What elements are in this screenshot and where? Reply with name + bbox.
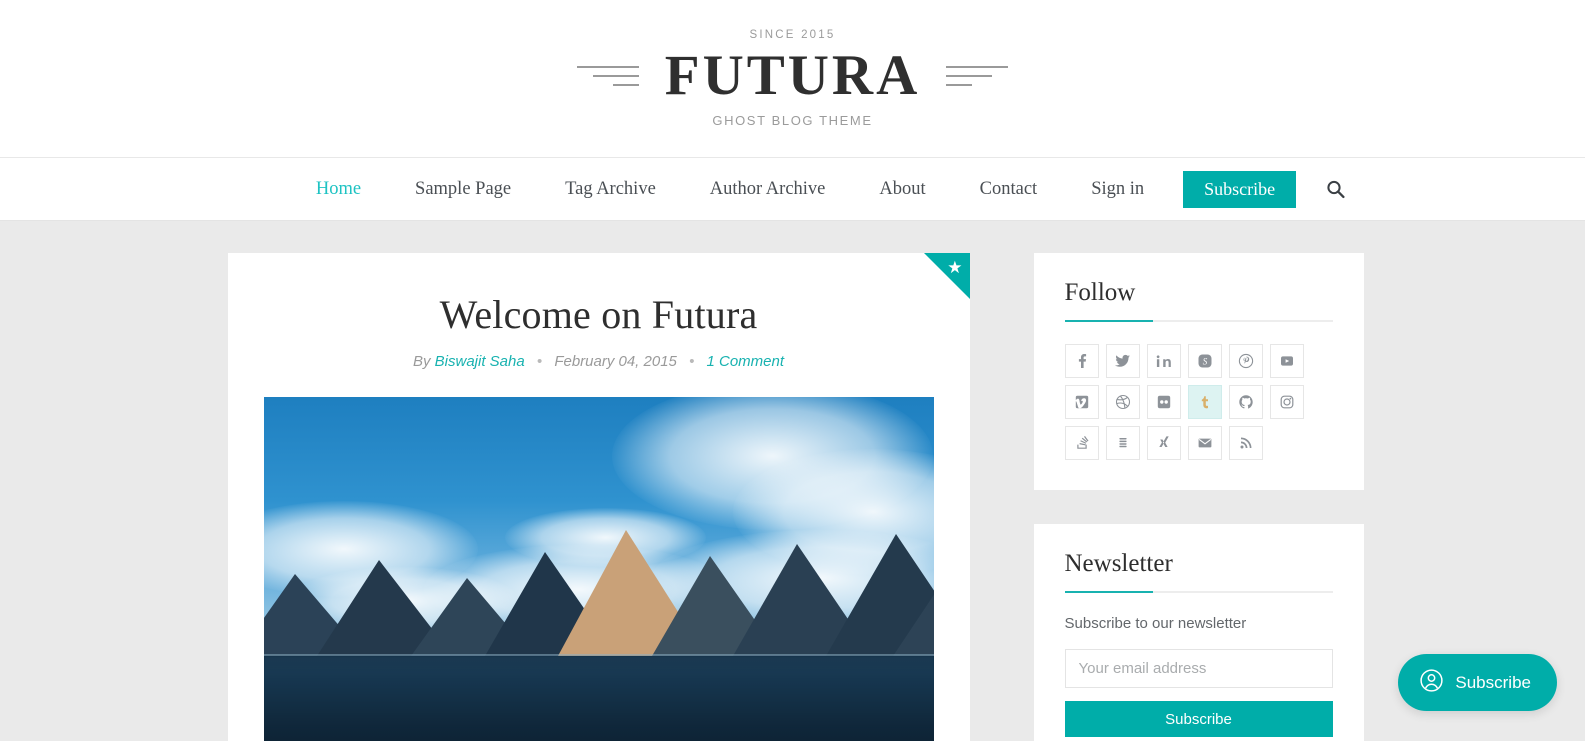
decorative-lines-right-icon — [946, 65, 1009, 86]
floating-subscribe-button[interactable]: Subscribe — [1398, 654, 1557, 711]
since-label: SINCE 2015 — [749, 28, 836, 41]
instagram-icon[interactable] — [1269, 385, 1304, 419]
floating-subscribe-label: Subscribe — [1455, 672, 1531, 692]
reddit-icon[interactable] — [1105, 426, 1140, 460]
newsletter-widget: Newsletter Subscribe to our newsletter S… — [1033, 524, 1364, 741]
email-icon[interactable] — [1187, 426, 1222, 460]
linkedin-icon[interactable] — [1146, 344, 1181, 378]
nav-subscribe-button[interactable]: Subscribe — [1183, 170, 1297, 208]
main-navigation: Home Sample Page Tag Archive Author Arch… — [0, 158, 1585, 221]
nav-item-sample-page[interactable]: Sample Page — [388, 179, 538, 200]
post-by-label: By — [412, 353, 431, 370]
youtube-icon[interactable] — [1269, 344, 1304, 378]
main-content: ★ Welcome on Futura By Biswajit Saha • F… — [227, 253, 970, 741]
search-icon[interactable] — [1326, 180, 1345, 199]
dribbble-icon[interactable] — [1105, 385, 1140, 419]
decorative-lines-left-icon — [576, 65, 639, 86]
post-card: ★ Welcome on Futura By Biswajit Saha • F… — [227, 253, 970, 741]
post-title[interactable]: Welcome on Futura — [264, 291, 934, 338]
logo-row: FUTURA — [576, 45, 1009, 106]
vimeo-icon[interactable] — [1064, 385, 1099, 419]
content-wrapper: ★ Welcome on Futura By Biswajit Saha • F… — [227, 221, 1364, 741]
newsletter-email-input[interactable] — [1064, 649, 1333, 688]
newsletter-subscribe-button[interactable]: Subscribe — [1064, 701, 1333, 737]
social-icon-grid: S — [1064, 344, 1333, 460]
follow-widget-title: Follow — [1064, 279, 1333, 322]
user-circle-icon — [1419, 668, 1444, 698]
nav-item-author-archive[interactable]: Author Archive — [683, 179, 853, 200]
github-icon[interactable] — [1228, 385, 1263, 419]
sidebar: Follow S Newsletter Subscribe to our new… — [1033, 253, 1364, 741]
site-title[interactable]: FUTURA — [665, 45, 921, 106]
star-icon: ★ — [947, 258, 963, 277]
facebook-icon[interactable] — [1064, 344, 1099, 378]
tumblr-icon[interactable] — [1187, 385, 1222, 419]
page-body: ★ Welcome on Futura By Biswajit Saha • F… — [0, 221, 1585, 741]
site-masthead: SINCE 2015 FUTURA GHOST BLOG THEME — [0, 0, 1585, 158]
nav-item-tag-archive[interactable]: Tag Archive — [538, 179, 683, 200]
meta-separator-1: • — [536, 353, 543, 370]
nav-item-sign-in[interactable]: Sign in — [1064, 179, 1171, 200]
pinterest-icon[interactable] — [1228, 344, 1263, 378]
nav-item-about[interactable]: About — [852, 179, 952, 200]
svg-text:S: S — [1202, 357, 1207, 367]
post-date: February 04, 2015 — [554, 353, 677, 370]
post-comments-link[interactable]: 1 Comment — [707, 353, 785, 370]
newsletter-widget-title: Newsletter — [1064, 550, 1333, 593]
nav-item-home[interactable]: Home — [289, 179, 388, 200]
nav-item-contact[interactable]: Contact — [953, 179, 1065, 200]
post-author-link[interactable]: Biswajit Saha — [435, 353, 525, 370]
lake-water — [263, 656, 934, 741]
meta-separator-2: • — [689, 353, 695, 370]
rss-icon[interactable] — [1228, 426, 1263, 460]
flickr-icon[interactable] — [1146, 385, 1181, 419]
post-hero-image[interactable] — [263, 397, 934, 741]
newsletter-description: Subscribe to our newsletter — [1064, 615, 1247, 632]
skype-icon[interactable]: S — [1187, 344, 1222, 378]
stackoverflow-icon[interactable] — [1064, 426, 1099, 460]
site-subtitle: GHOST BLOG THEME — [712, 113, 873, 129]
nav-list: Home Sample Page Tag Archive Author Arch… — [289, 170, 1297, 208]
post-meta: By Biswajit Saha • February 04, 2015 • 1… — [264, 353, 934, 370]
mountain-ridge — [263, 530, 934, 656]
twitter-icon[interactable] — [1105, 344, 1140, 378]
xing-icon[interactable] — [1146, 426, 1181, 460]
follow-widget: Follow S — [1033, 253, 1364, 490]
